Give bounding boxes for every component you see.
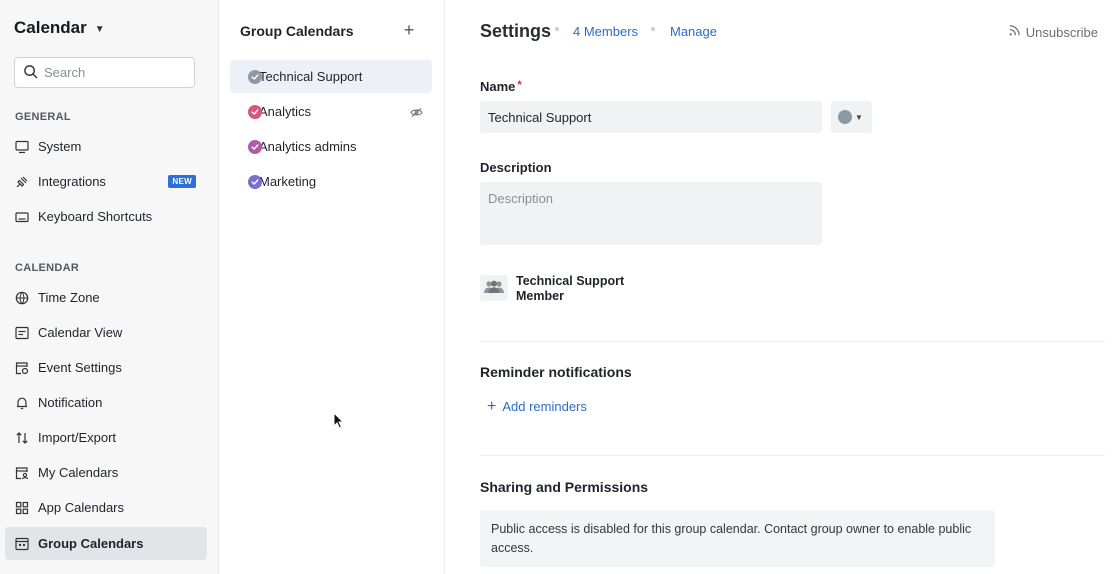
page-title: Settings (480, 21, 552, 41)
search-box (14, 57, 195, 88)
search-icon (23, 64, 38, 82)
unsubscribe-button[interactable]: Unsubscribe (1008, 24, 1098, 40)
separator-dot (555, 27, 559, 31)
my-calendars-icon (15, 466, 29, 480)
group-calendar-label: Marketing (259, 174, 317, 189)
sidebar-item-label: Keyboard Shortcuts (38, 209, 153, 224)
sidebar-item-import-export[interactable]: Import/Export (5, 421, 207, 454)
sidebar-item-label: Event Settings (38, 360, 122, 375)
chevron-down-icon: ▼ (855, 112, 863, 122)
sidebar-item-integrations[interactable]: Integrations NEW (5, 165, 207, 198)
sidebar-item-label: Time Zone (38, 290, 100, 305)
sidebar-item-system[interactable]: System (5, 130, 207, 163)
divider (480, 341, 1105, 342)
group-calendars-panel: Group Calendars + Technical Support Anal… (219, 0, 445, 574)
sidebar-item-label: Notification (38, 395, 103, 410)
plus-icon: + (487, 397, 497, 415)
sidebar-item-label: System (38, 139, 82, 154)
check-circle-icon (248, 140, 262, 154)
sidebar-item-event-settings[interactable]: Event Settings (5, 351, 207, 384)
sidebar-item-notification[interactable]: Notification (5, 386, 207, 419)
calendar-view-icon (15, 326, 29, 340)
sidebar-item-label: App Calendars (38, 500, 124, 515)
group-avatar (480, 275, 508, 301)
sidebar-item-app-calendars[interactable]: App Calendars (5, 491, 207, 524)
add-reminders-label: Add reminders (502, 399, 587, 414)
sharing-permissions-title: Sharing and Permissions (480, 479, 649, 495)
globe-icon (15, 291, 29, 305)
section-label-calendar: CALENDAR (15, 262, 80, 274)
sidebar-item-calendar-view[interactable]: Calendar View (5, 316, 207, 349)
sidebar-item-time-zone[interactable]: Time Zone (5, 281, 207, 314)
manage-link[interactable]: Manage (670, 24, 717, 39)
search-input[interactable] (44, 65, 184, 80)
divider (480, 455, 1105, 456)
reminder-notifications-title: Reminder notifications (480, 364, 632, 380)
sidebar-item-keyboard-shortcuts[interactable]: Keyboard Shortcuts (5, 200, 207, 233)
import-export-icon (15, 431, 29, 445)
group-member-name: Technical Support (516, 274, 625, 288)
group-calendar-item-marketing[interactable]: Marketing (230, 165, 432, 198)
app-title: Calendar (14, 18, 87, 37)
add-reminders-button[interactable]: + Add reminders (487, 397, 587, 415)
check-circle-icon (248, 175, 262, 189)
description-label: Description (480, 160, 552, 175)
separator-dot (651, 27, 655, 31)
unsubscribe-label: Unsubscribe (1025, 24, 1098, 40)
group-calendar-item-analytics[interactable]: Analytics (230, 95, 432, 128)
new-badge: NEW (168, 175, 196, 188)
settings-sidebar: Calendar ▼ GENERAL System Integrations N… (0, 0, 219, 574)
monitor-icon (15, 140, 29, 154)
chevron-down-icon: ▼ (94, 23, 105, 35)
mouse-cursor-icon (333, 412, 344, 429)
check-circle-icon (248, 70, 262, 84)
group-member-role: Member (516, 289, 564, 303)
description-input[interactable] (480, 182, 822, 245)
rss-icon (1008, 24, 1021, 40)
name-label: Name * (480, 79, 522, 94)
keyboard-icon (15, 210, 29, 224)
bell-icon (15, 396, 29, 410)
event-settings-icon (15, 361, 29, 375)
section-label-general: GENERAL (15, 111, 71, 123)
name-label-text: Name (480, 79, 516, 94)
calendar-color-picker[interactable]: ▼ (831, 101, 872, 133)
group-member-info: Technical Support Member (516, 274, 624, 304)
group-calendar-item-technical-support[interactable]: Technical Support (230, 60, 432, 93)
group-calendar-icon (15, 537, 29, 551)
app-switcher[interactable]: Calendar ▼ (14, 18, 105, 38)
group-calendar-label: Analytics (259, 104, 312, 119)
sidebar-item-label: Integrations (38, 174, 106, 189)
group-calendar-label: Technical Support (259, 69, 363, 84)
check-circle-icon (248, 105, 262, 119)
sidebar-item-label: Group Calendars (38, 536, 144, 551)
add-group-calendar-button[interactable]: + (401, 21, 417, 39)
public-access-notice: Public access is disabled for this group… (480, 510, 995, 567)
app-grid-icon (15, 501, 29, 515)
members-link[interactable]: 4 Members (573, 24, 638, 39)
group-calendar-item-analytics-admins[interactable]: Analytics admins (230, 130, 432, 163)
eye-off-icon[interactable] (410, 106, 423, 118)
group-calendars-title: Group Calendars (240, 23, 354, 39)
sidebar-item-label: Import/Export (38, 430, 117, 445)
required-mark: * (517, 79, 522, 91)
color-swatch (838, 110, 852, 124)
name-input[interactable] (480, 101, 822, 133)
group-people-icon (483, 280, 505, 297)
sidebar-item-group-calendars[interactable]: Group Calendars (5, 527, 207, 560)
sidebar-item-my-calendars[interactable]: My Calendars (5, 456, 207, 489)
group-calendar-label: Analytics admins (259, 139, 357, 154)
plug-icon (15, 175, 29, 189)
settings-panel: Settings 4 Members Manage Unsubscribe Na… (445, 0, 1120, 574)
sidebar-item-label: My Calendars (38, 465, 119, 480)
sidebar-item-label: Calendar View (38, 325, 123, 340)
